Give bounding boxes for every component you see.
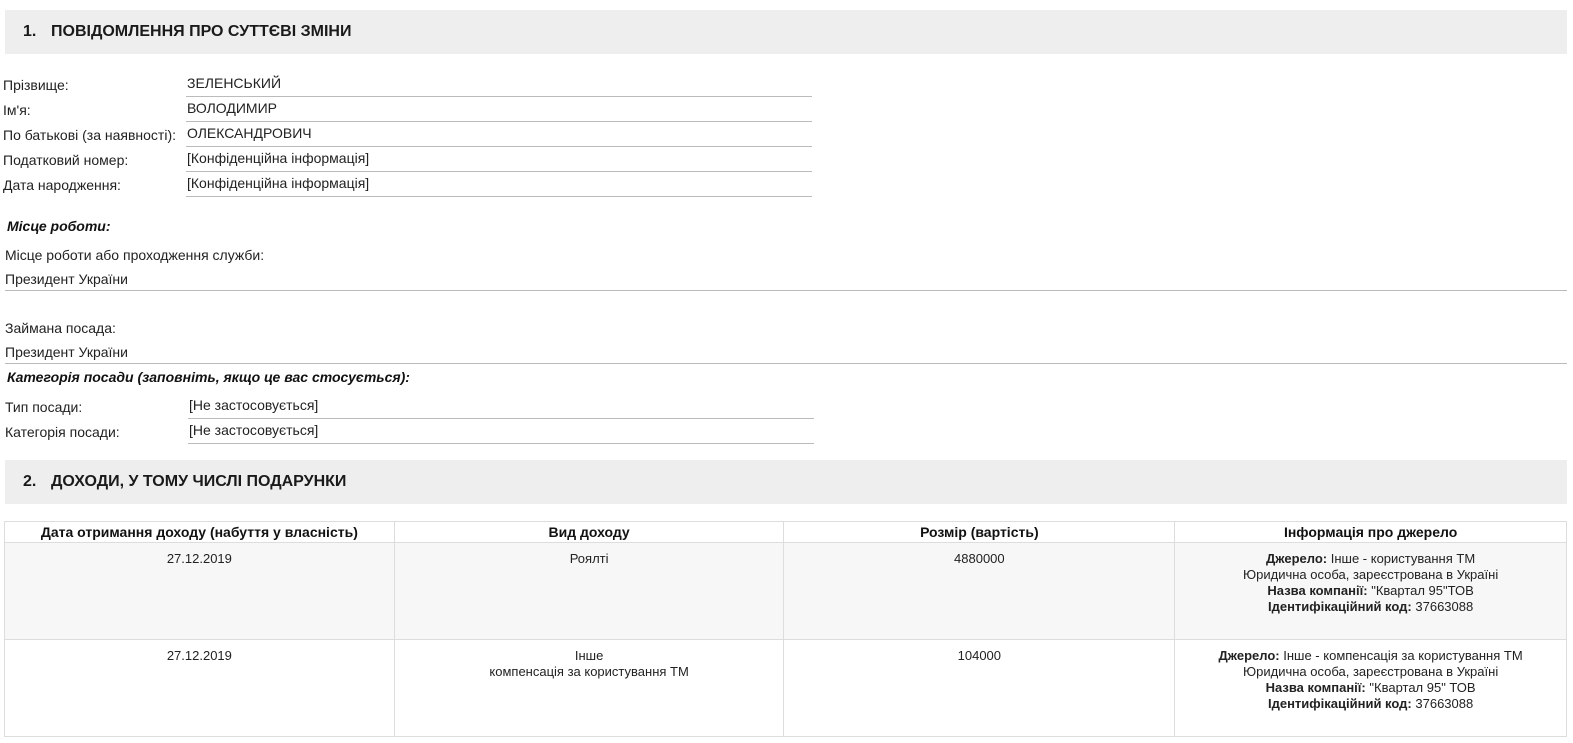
entity-type: Юридична особа, зареєстрована в Україні [1243,664,1499,679]
work-place-label: Місце роботи або проходження служби: [5,247,265,263]
tax-number-value: [Конфіденційна інформація] [186,149,812,172]
cell-amount: 104000 [783,639,1176,737]
code-value: 37663088 [1415,696,1474,711]
column-header-amount: Розмір (вартість) [783,521,1176,543]
income-type: Інше [574,648,604,663]
section-title: ДОХОДИ, У ТОМУ ЧИСЛІ ПОДАРУНКИ [51,473,347,490]
code-value: 37663088 [1415,599,1474,614]
cell-date: 27.12.2019 [4,542,395,640]
work-heading: Місце роботи: [7,218,111,234]
section-number: 1. [23,23,37,40]
section-title: ПОВІДОМЛЕННЯ ПРО СУТТЄВІ ЗМІНИ [51,23,352,40]
patronymic-label: По батькові (за наявності): [3,127,177,143]
income-table: Дата отримання доходу (набуття у власніс… [4,521,1567,737]
column-header-source: Інформація про джерело [1174,521,1567,543]
position-category-label: Категорія посади: [5,424,120,440]
table-row: 27.12.2019 Роялті 4880000 Джерело: Інше … [4,542,1567,640]
cell-source: Джерело: Інше - користування ТМ Юридична… [1174,542,1567,640]
section-header-income: 2. ДОХОДИ, У ТОМУ ЧИСЛІ ПОДАРУНКИ [5,460,1567,504]
company-value: "Квартал 95" ТОВ [1369,680,1476,695]
company-value: "Квартал 95"ТОВ [1371,583,1474,598]
surname-value: ЗЕЛЕНСЬКИЙ [186,74,812,97]
divider [5,363,1567,364]
section-header-notice: 1. ПОВІДОМЛЕННЯ ПРО СУТТЄВІ ЗМІНИ [5,10,1567,54]
code-label: Ідентифікаційний код: [1267,599,1412,614]
company-label: Назва компанії: [1265,680,1366,695]
column-header-type: Вид доходу [393,521,785,543]
patronymic-value: ОЛЕКСАНДРОВИЧ [186,124,812,147]
source-label: Джерело: [1218,648,1280,663]
cell-type: Інше компенсація за користування ТМ [393,639,785,737]
position-type-label: Тип посади: [5,399,83,415]
income-type-detail: компенсація за користування ТМ [489,664,689,679]
cell-source: Джерело: Інше - компенсація за користува… [1174,639,1567,737]
position-value: Президент України [5,344,128,360]
position-type-value: [Не застосовується] [188,396,814,419]
section-number: 2. [23,473,37,490]
company-label: Назва компанії: [1267,583,1368,598]
code-label: Ідентифікаційний код: [1267,696,1412,711]
cell-type: Роялті [393,542,785,640]
work-place-value: Президент України [5,271,128,287]
divider [5,290,1567,291]
source-label: Джерело: [1266,551,1328,566]
surname-label: Прізвище: [3,77,69,93]
birth-date-value: [Конфіденційна інформація] [186,174,812,197]
birth-date-label: Дата народження: [3,177,121,193]
tax-number-label: Податковий номер: [3,152,129,168]
table-header-row: Дата отримання доходу (набуття у власніс… [4,521,1567,543]
cell-date: 27.12.2019 [4,639,395,737]
source-value: Інше - компенсація за користування ТМ [1283,648,1523,663]
category-heading: Категорія посади (заповніть, якщо це вас… [7,369,410,385]
name-value: ВОЛОДИМИР [186,99,812,122]
name-label: Ім'я: [3,102,31,118]
entity-type: Юридична особа, зареєстрована в Україні [1243,567,1499,582]
position-category-value: [Не застосовується] [188,421,814,444]
income-type: Роялті [569,551,609,566]
cell-amount: 4880000 [783,542,1176,640]
source-value: Інше - користування ТМ [1330,551,1476,566]
column-header-date: Дата отримання доходу (набуття у власніс… [4,521,395,543]
position-label: Займана посада: [5,320,116,336]
table-row: 27.12.2019 Інше компенсація за користува… [4,639,1567,737]
